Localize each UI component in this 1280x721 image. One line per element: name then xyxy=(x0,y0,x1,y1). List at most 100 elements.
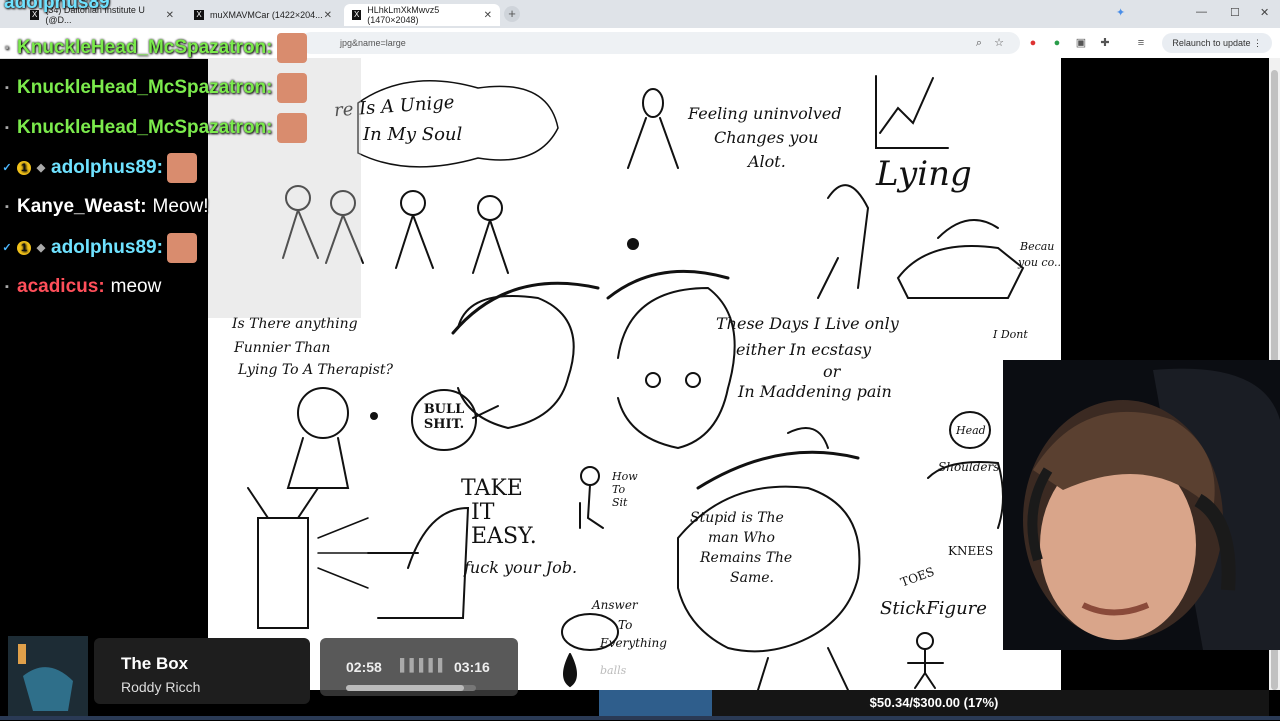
extension-icon[interactable]: ▣ xyxy=(1074,36,1088,50)
chat-username: adolphus89: xyxy=(51,237,163,258)
more-menu-icon: ⋮ xyxy=(1253,38,1262,48)
drawing-text: IT xyxy=(471,500,495,525)
drawing-text: Becau xyxy=(1020,240,1055,253)
zoom-icon[interactable]: ⌕ xyxy=(972,36,986,50)
drawing-text: EASY. xyxy=(471,524,537,549)
new-tab-button[interactable]: + xyxy=(504,6,520,22)
adblock-icon[interactable]: ● xyxy=(1026,36,1040,50)
drawing-text: Alot. xyxy=(748,152,786,171)
browser-tab-active[interactable]: X HLhkLmXkMwvz5 (1470×2048) ✕ xyxy=(344,4,500,26)
moderator-badge-icon: ▪ xyxy=(5,281,9,293)
audio-visualizer-icon: ▌▌▌▌▌ xyxy=(400,658,448,672)
drawing-text: These Days I Live only xyxy=(716,314,899,333)
puzzle-icon[interactable]: ✚ xyxy=(1098,36,1112,50)
drawing-text: I Dont xyxy=(993,328,1028,341)
chat-message: adolphus89 xyxy=(4,0,110,14)
chat-emote xyxy=(166,233,197,263)
playback-progress-bar xyxy=(346,685,476,691)
chat-emote xyxy=(166,153,197,183)
chat-username: Kanye_Weast: xyxy=(17,196,147,217)
chat-emote xyxy=(276,33,307,63)
drawing-text: Feeling uninvolved xyxy=(688,104,842,123)
chat-message: ▪ KnuckleHead_McSpazatron: xyxy=(0,113,307,143)
drawing-text: Lying xyxy=(876,154,972,194)
close-icon[interactable]: ✕ xyxy=(484,10,492,21)
chat-text: meow xyxy=(110,276,162,297)
chat-message: ▪ KnuckleHead_McSpazatron: xyxy=(0,33,307,63)
moderator-badge-icon: ▪ xyxy=(5,201,9,213)
drawing-text: either In ecstasy xyxy=(736,340,872,359)
drawing-text: Funnier Than xyxy=(234,340,331,356)
drawing-text: Stupid is The xyxy=(690,510,784,526)
drawing-text: Head xyxy=(956,424,986,437)
drawing-text: BULL SHIT. xyxy=(423,402,465,432)
drawing-text: man Who xyxy=(708,530,775,546)
maximize-icon[interactable]: ☐ xyxy=(1230,6,1240,19)
chat-username: KnuckleHead_McSpazatron: xyxy=(17,37,273,58)
chat-message: ▪ Kanye_Weast: Meow! xyxy=(0,196,209,218)
drawing-text: Lying To A Therapist? xyxy=(238,362,393,378)
elapsed-time: 02:58 xyxy=(346,659,382,675)
chat-message: ✓ 1 ◆ adolphus89: xyxy=(0,233,197,263)
drawing-text: StickFigure xyxy=(880,598,987,619)
address-bar[interactable]: jpg&name=large xyxy=(300,32,1020,54)
chat-username: adolphus89 xyxy=(4,0,110,13)
chat-message: ▪ acadicus: meow xyxy=(0,276,161,298)
drawing-text: Changes you xyxy=(714,128,819,147)
verified-badge-icon: ✓ xyxy=(2,162,12,174)
chat-message: ▪ KnuckleHead_McSpazatron: xyxy=(0,73,307,103)
relaunch-label: Relaunch to update xyxy=(1172,38,1251,48)
sub-badge-icon: 1 xyxy=(17,161,31,175)
bookmark-star-icon[interactable]: ☆ xyxy=(992,36,1006,50)
tab-label: HLhkLmXkMwvz5 (1470×2048) xyxy=(367,5,440,25)
chat-emote xyxy=(276,73,307,103)
cat-badge-icon: ◆ xyxy=(36,242,46,254)
chat-username: acadicus: xyxy=(17,276,105,297)
drawing-text: Same. xyxy=(730,570,774,586)
drawing-text: fuck your Job. xyxy=(464,558,578,577)
taskbar xyxy=(0,716,1280,720)
drawing-text: KNEES xyxy=(948,544,994,558)
song-title: The Box xyxy=(121,654,189,673)
album-art xyxy=(8,636,88,716)
playback-panel: 02:58 ▌▌▌▌▌ 03:16 xyxy=(320,638,518,696)
cat-badge-icon: ◆ xyxy=(36,162,46,174)
sub-badge-icon: 1 xyxy=(17,241,31,255)
chat-message: ✓ 1 ◆ adolphus89: xyxy=(0,153,197,183)
media-control-icon[interactable]: ≡ xyxy=(1134,36,1148,50)
playback-progress-fill xyxy=(346,685,465,691)
drawing-text: TAKE xyxy=(461,476,523,501)
drawing-text: In My Soul xyxy=(363,124,463,145)
chat-username: KnuckleHead_McSpazatron: xyxy=(17,117,273,138)
moderator-badge-icon: ▪ xyxy=(5,122,9,134)
total-time: 03:16 xyxy=(454,659,490,675)
drawing-text: or xyxy=(823,362,841,381)
webcam-feed xyxy=(1003,360,1280,650)
donation-goal-label: $50.34/$300.00 (17%) xyxy=(869,695,999,710)
drawing-text: Shoulders xyxy=(938,460,1000,474)
verified-badge-icon: ✓ xyxy=(2,242,12,254)
close-window-icon[interactable]: ✕ xyxy=(1260,6,1269,19)
drawing-text: you co.. xyxy=(1018,256,1061,269)
moderator-badge-icon: ▪ xyxy=(5,42,9,54)
drawing-text: Is There anything xyxy=(232,316,358,332)
chat-emote xyxy=(276,113,307,143)
song-artist: Roddy Ricch xyxy=(121,679,201,695)
drawing-text: balls xyxy=(600,664,627,677)
extension-g-icon[interactable]: ● xyxy=(1050,36,1064,50)
moderator-badge-icon: ▪ xyxy=(5,82,9,94)
gemini-sparkle-icon[interactable]: ✦ xyxy=(1116,6,1125,19)
now-playing-card: The Box Roddy Ricch xyxy=(94,638,310,704)
chat-overlay: adolphus89 ▪ KnuckleHead_McSpazatron: ▪ … xyxy=(0,0,360,318)
drawing-text: How To Sit xyxy=(612,470,638,509)
drawing-text: Everything xyxy=(600,636,667,650)
relaunch-button[interactable]: Relaunch to update ⋮ xyxy=(1162,33,1272,53)
drawing-text: Answer xyxy=(592,598,638,612)
chat-username: adolphus89: xyxy=(51,157,163,178)
drawing-text: To xyxy=(618,618,633,632)
drawing-text: In Maddening pain xyxy=(738,382,892,401)
minimize-icon[interactable]: — xyxy=(1196,6,1207,18)
chat-username: KnuckleHead_McSpazatron: xyxy=(17,77,273,98)
drawing-text: Remains The xyxy=(700,550,793,566)
chat-text: Meow! xyxy=(152,196,209,217)
